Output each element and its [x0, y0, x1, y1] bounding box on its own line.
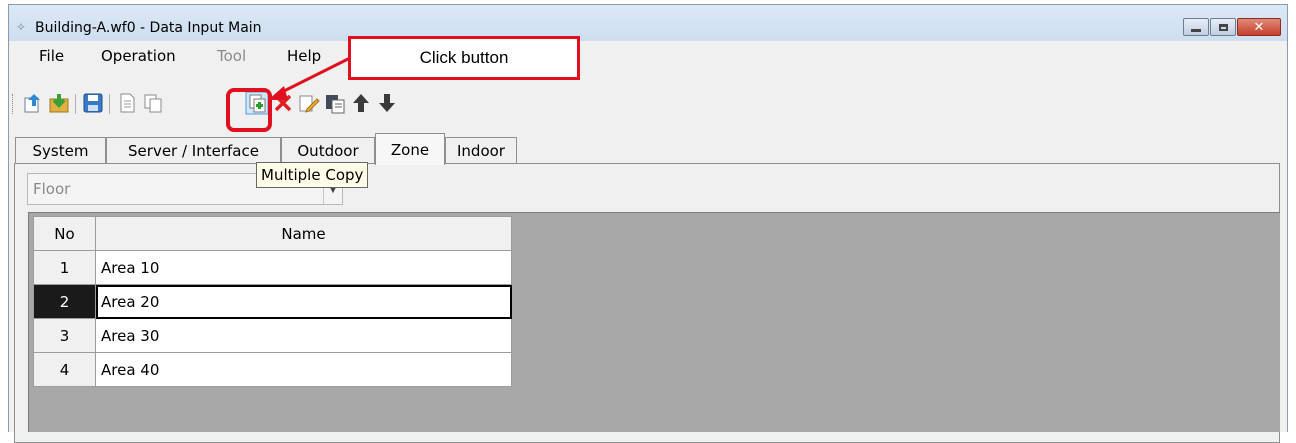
annotation-arrow — [268, 56, 351, 100]
